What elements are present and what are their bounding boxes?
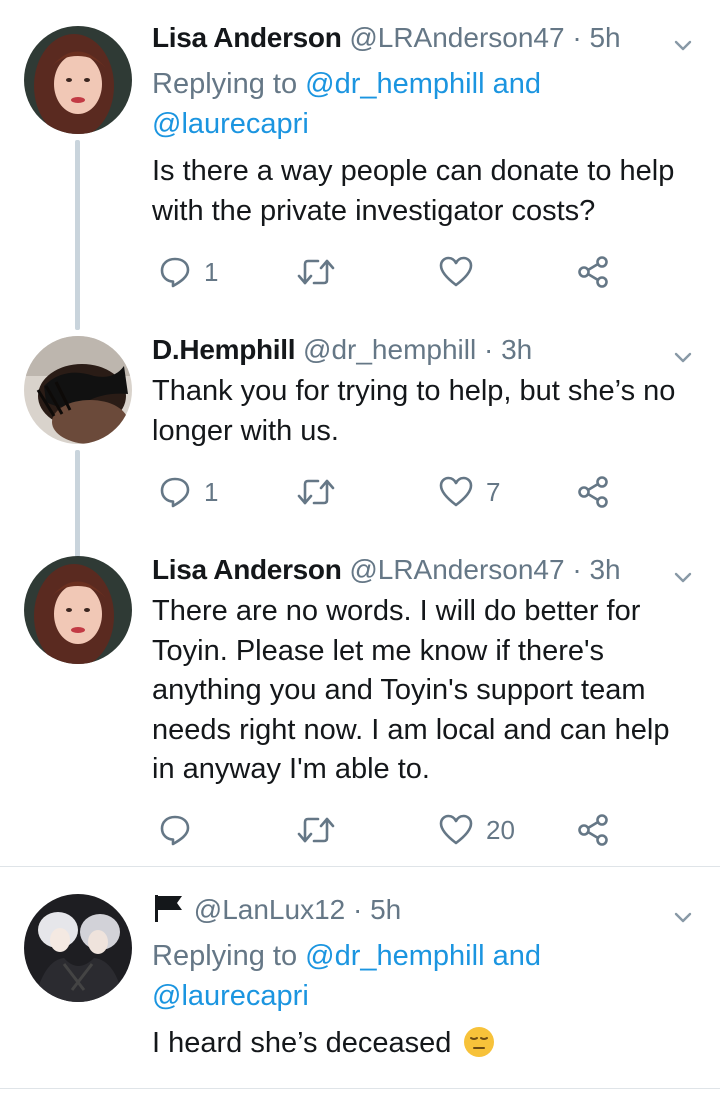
tweet-2[interactable]: D.Hemphill @dr_hemphill · 3h Thank you f… — [0, 332, 720, 558]
mention-link[interactable]: @dr_hemphill — [305, 940, 484, 972]
chevron-down-icon[interactable] — [672, 346, 694, 368]
share-button[interactable] — [576, 810, 610, 850]
avatar-d-hemphill[interactable] — [24, 336, 132, 444]
retweet-icon — [297, 479, 335, 505]
tweet-text: Thank you for trying to help, but she’s … — [152, 372, 697, 451]
tweet-text: There are no words. I will do better for… — [152, 592, 697, 790]
reply-button[interactable]: 1 — [158, 252, 218, 292]
reply-icon — [160, 257, 190, 288]
chevron-down-icon[interactable] — [672, 906, 694, 928]
timestamp[interactable]: 3h — [589, 554, 620, 585]
tweet-header: Lisa Anderson @LRAnderson47 · 5h — [152, 20, 621, 56]
retweet-icon — [297, 817, 335, 843]
reply-button[interactable]: 1 — [158, 472, 218, 512]
replying-to: Replying to @dr_hemphill and — [152, 936, 541, 976]
timestamp[interactable]: 5h — [370, 894, 401, 925]
separator-dot: · — [572, 554, 582, 585]
tweet-3[interactable]: Lisa Anderson @LRAnderson47 · 3h There a… — [0, 552, 720, 852]
mention-link[interactable]: @laurecapri — [152, 980, 309, 1012]
tweet-header: @LanLux12 · 5h — [152, 892, 401, 928]
display-name[interactable]: Lisa Anderson — [152, 554, 342, 585]
timestamp[interactable]: 5h — [589, 22, 620, 53]
tweet-header: Lisa Anderson @LRAnderson47 · 3h — [152, 552, 621, 588]
avatar-lanlux12[interactable] — [24, 894, 132, 1002]
like-count: 7 — [486, 476, 501, 507]
flag-icon — [155, 895, 182, 922]
display-name[interactable]: Lisa Anderson — [152, 22, 342, 53]
share-icon — [578, 814, 608, 846]
share-button[interactable] — [576, 472, 610, 512]
share-icon — [578, 476, 608, 508]
tweet-actions: 1 — [152, 252, 632, 292]
tweet-text-line: I heard she’s deceased — [152, 1027, 452, 1059]
like-button[interactable]: 7 — [438, 472, 500, 512]
separator-dot: · — [353, 894, 363, 925]
like-button[interactable] — [438, 252, 486, 292]
reply-button[interactable] — [158, 810, 204, 850]
display-name[interactable]: D.Hemphill — [152, 334, 296, 365]
chevron-down-icon[interactable] — [672, 34, 694, 56]
tweet-text-line: in anyway I'm able to. — [152, 753, 430, 785]
tweet-divider — [0, 866, 720, 867]
heart-icon — [439, 814, 473, 845]
share-button[interactable] — [576, 252, 610, 292]
tweet-text-line: Is there a way people can donate to help — [152, 155, 675, 187]
tweet-1[interactable]: Lisa Anderson @LRAnderson47 · 5h Replyin… — [0, 20, 720, 330]
timestamp[interactable]: 3h — [501, 334, 532, 365]
separator-dot: · — [483, 334, 494, 365]
thread-connector — [75, 140, 80, 330]
replying-to-label: Replying to — [152, 940, 298, 972]
retweet-button[interactable] — [296, 252, 336, 292]
thread-connector — [75, 450, 80, 558]
replying-to: Replying to @dr_hemphill and — [152, 64, 541, 104]
tweet-divider — [0, 1088, 720, 1089]
heart-icon — [439, 256, 473, 287]
tweet-text-line: needs right now. I am local and can help — [152, 713, 670, 746]
tweet-text-line: Thank you for trying to help, but she’s … — [152, 375, 676, 407]
avatar-lisa-anderson[interactable] — [24, 556, 132, 664]
user-handle[interactable]: @dr_hemphill — [303, 334, 476, 365]
replying-to-line-2: @laurecapri — [152, 976, 309, 1016]
mention-and[interactable]: and — [493, 68, 541, 100]
retweet-icon — [297, 259, 335, 285]
reply-icon — [160, 477, 190, 508]
tweet-text-line: anything you and Toyin's support team — [152, 674, 646, 706]
mention-link[interactable]: @dr_hemphill — [305, 68, 484, 100]
tweet-text: I heard she’s deceased — [152, 1024, 697, 1064]
user-handle[interactable]: @LRAnderson47 — [349, 22, 564, 53]
expressionless-face-emoji — [464, 1027, 495, 1057]
tweet-4[interactable]: @LanLux12 · 5h Replying to @dr_hemphill … — [0, 892, 720, 1082]
avatar-lisa-anderson[interactable] — [24, 26, 132, 134]
tweet-text-line: longer with us. — [152, 414, 339, 447]
tweet-text-line: Toyin. Please let me know if there's — [152, 634, 605, 667]
chevron-down-icon[interactable] — [672, 566, 694, 588]
retweet-button[interactable] — [296, 810, 336, 850]
conversation-feed: Lisa Anderson @LRAnderson47 · 5h Replyin… — [0, 0, 720, 1098]
reply-count: 1 — [204, 476, 219, 507]
tweet-text-line: There are no words. I will do better for — [152, 595, 641, 627]
reply-count: 1 — [204, 256, 219, 287]
user-handle[interactable]: @LRAnderson47 — [349, 554, 564, 585]
mention-and[interactable]: and — [493, 940, 541, 972]
reply-icon — [160, 815, 190, 846]
tweet-text-line: with the private investigator costs? — [152, 194, 596, 227]
tweet-text: Is there a way people can donate to help… — [152, 152, 697, 231]
tweet-actions: 20 — [152, 810, 632, 850]
tweet-header: D.Hemphill @dr_hemphill · 3h — [152, 332, 532, 368]
share-icon — [578, 256, 608, 288]
replying-to-line-2: @laurecapri — [152, 104, 309, 144]
like-count: 20 — [486, 814, 515, 845]
mention-link[interactable]: @laurecapri — [152, 108, 309, 140]
tweet-actions: 1 7 — [152, 472, 632, 512]
replying-to-label: Replying to — [152, 68, 298, 100]
user-handle[interactable]: @LanLux12 — [194, 894, 345, 925]
separator-dot: · — [572, 22, 582, 53]
heart-icon — [439, 476, 473, 507]
like-button[interactable]: 20 — [438, 810, 515, 850]
retweet-button[interactable] — [296, 472, 336, 512]
